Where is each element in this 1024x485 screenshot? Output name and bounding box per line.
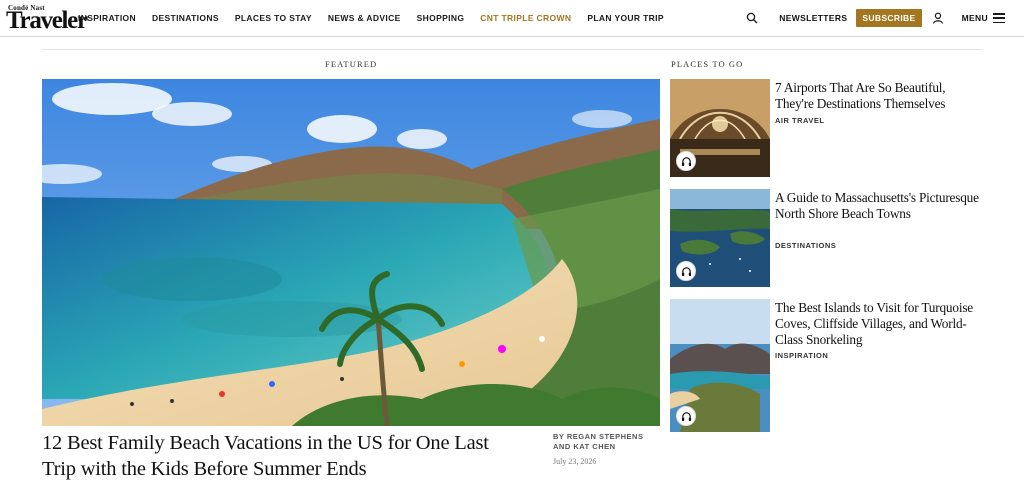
places-card[interactable]: 7 Airports That Are So Beautiful, They'r… [670,79,990,179]
subscribe-button[interactable]: SUBSCRIBE [856,9,922,27]
featured-byline: BY REGAN STEPHENS AND KAT CHEN [553,432,644,451]
places-section-label: PLACES TO GO [671,59,744,69]
menu-label: MENU [961,13,988,23]
site-header: Condé Nast Traveler INSPIRATION DESTINAT… [0,0,1024,37]
content-divider [42,49,983,50]
featured-hero-image[interactable] [42,79,660,426]
nav-item-cnt-triple-crown[interactable]: CNT TRIPLE CROWN [480,13,571,23]
main-nav: INSPIRATION DESTINATIONS PLACES TO STAY … [78,0,680,36]
nav-item-news-advice[interactable]: NEWS & ADVICE [328,13,401,23]
headphones-icon[interactable] [676,151,696,171]
nav-item-inspiration[interactable]: INSPIRATION [78,13,136,23]
places-card-rubric[interactable]: INSPIRATION [775,351,828,360]
places-card-rubric[interactable]: DESTINATIONS [775,241,836,250]
places-card-title[interactable]: A Guide to Massachusetts's Picturesque N… [775,190,985,222]
places-card-title[interactable]: 7 Airports That Are So Beautiful, They'r… [775,80,985,112]
places-card[interactable]: The Best Islands to Visit for Turquoise … [670,299,990,432]
featured-section-label: FEATURED [325,59,378,69]
search-icon[interactable] [745,11,759,25]
nav-item-places-to-stay[interactable]: PLACES TO STAY [235,13,312,23]
headphones-icon[interactable] [676,261,696,281]
card-thumbnail-airport[interactable] [670,79,770,177]
user-icon[interactable] [931,11,945,25]
places-card-title[interactable]: The Best Islands to Visit for Turquoise … [775,300,985,348]
places-card-rubric[interactable]: AIR TRAVEL [775,116,824,125]
card-thumbnail-islands[interactable] [670,299,770,432]
places-card[interactable]: A Guide to Massachusetts's Picturesque N… [670,189,990,289]
headphones-icon[interactable] [676,406,696,426]
nav-item-destinations[interactable]: DESTINATIONS [152,13,219,23]
site-logo[interactable]: Condé Nast Traveler [6,4,88,34]
nav-item-shopping[interactable]: SHOPPING [417,13,465,23]
logo-wordmark: Traveler [6,7,88,34]
featured-article-title[interactable]: 12 Best Family Beach Vacations in the US… [42,430,522,482]
menu-button[interactable]: MENU [962,13,1005,23]
card-thumbnail-massachusetts[interactable] [670,189,770,287]
nav-item-plan-your-trip[interactable]: PLAN YOUR TRIP [587,13,664,23]
hamburger-icon [993,13,1005,23]
header-actions: NEWSLETTERS SUBSCRIBE MENU [745,0,1005,36]
newsletters-link[interactable]: NEWSLETTERS [779,13,847,23]
featured-date: July 23, 2026 [553,457,597,466]
